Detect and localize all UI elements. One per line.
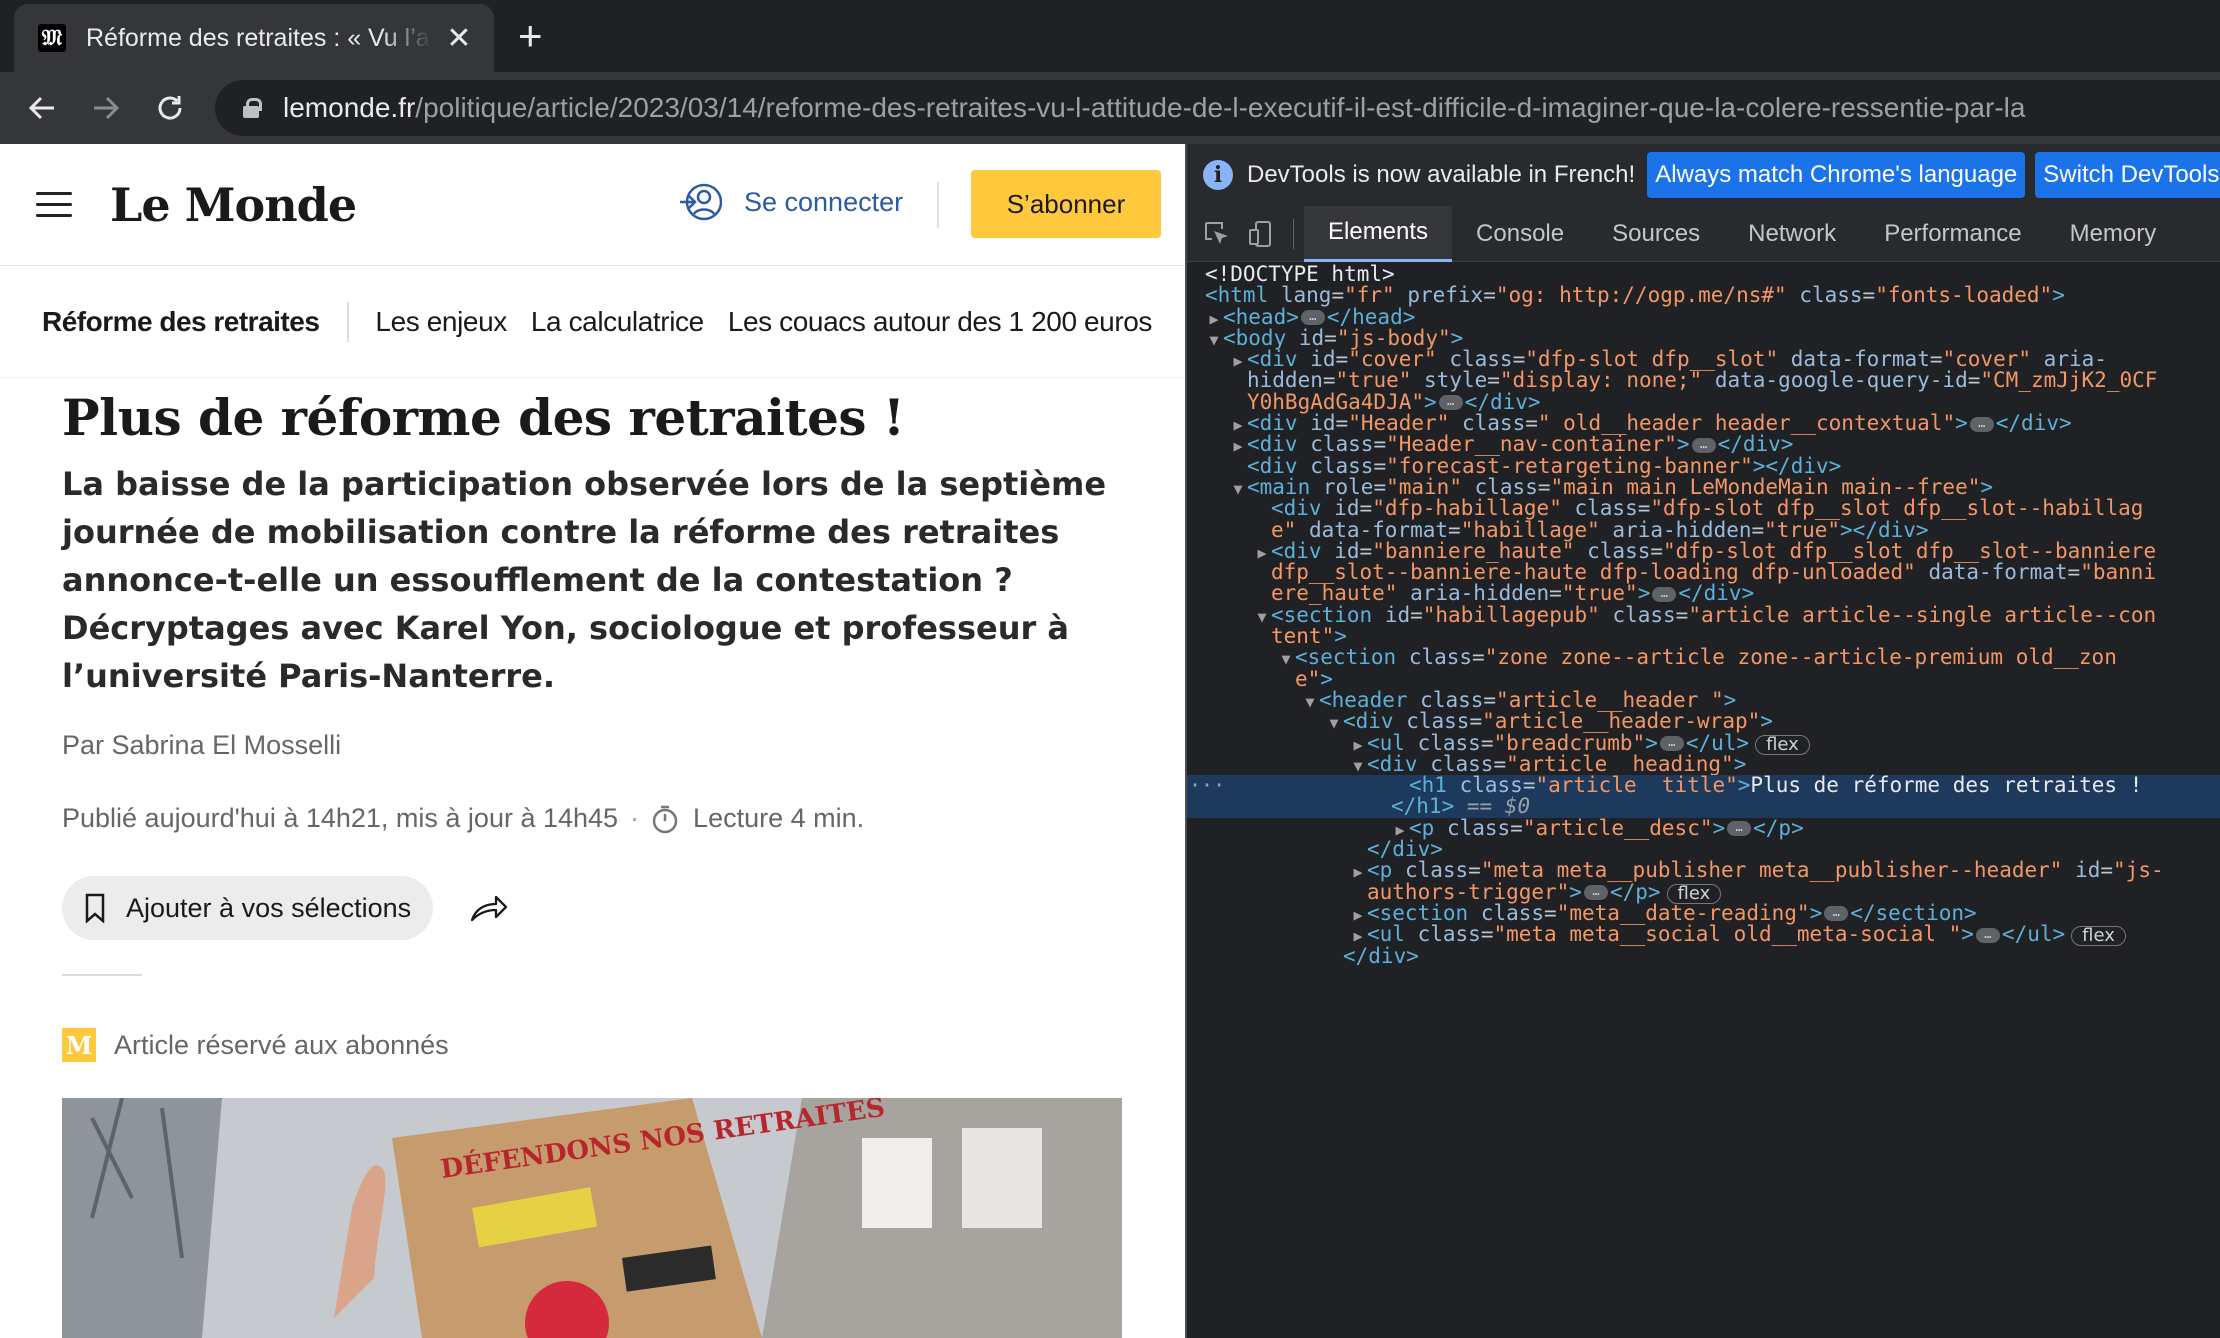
dom-node-breadcrumb[interactable]: ▶ <ul class="breadcrumb">… </ul> flex	[1187, 732, 2220, 755]
tab-console[interactable]: Console	[1452, 206, 1588, 262]
match-language-button[interactable]: Always match Chrome's language	[1647, 152, 2026, 198]
user-login-icon	[680, 183, 722, 221]
dom-node-cover[interactable]: ▶ <div id="cover" class="dfp-slot dfp__sl…	[1187, 348, 2220, 370]
protest-photo: DÉFENDONS NOS RETRAITES	[62, 1098, 1122, 1338]
dom-node-date-reading[interactable]: ▶ <section class="meta__date-reading">… </…	[1187, 902, 2220, 924]
bookmark-icon	[85, 893, 105, 923]
dom-node-habillage[interactable]: <div id="dfp-habillage" class="dfp-slot …	[1187, 497, 2220, 519]
lock-icon	[243, 98, 262, 118]
tab-performance[interactable]: Performance	[1860, 206, 2045, 262]
devtools-tab-divider	[1293, 218, 1294, 249]
node-actions-icon[interactable]: ···	[1189, 774, 1225, 796]
device-toolbar-icon[interactable]	[1239, 206, 1283, 262]
subnav-divider	[347, 301, 350, 342]
url-path: /politique/article/2023/03/14/reforme-de…	[415, 92, 2026, 123]
tab-memory[interactable]: Memory	[2046, 206, 2181, 262]
article-author[interactable]: Par Sabrina El Mosselli	[62, 730, 1142, 761]
address-bar[interactable]: lemonde.fr/politique/article/2023/03/14/…	[215, 80, 2220, 136]
dom-node-article-desc[interactable]: ▶ <p class="article__desc">… </p>	[1187, 817, 2220, 839]
devtools-panel: i DevTools is now available in French! A…	[1185, 144, 2220, 1338]
browser-tab-active[interactable]: 𝔐 Réforme des retraites : « Vu l’attitud…	[14, 4, 494, 72]
premium-notice: M Article réservé aux abonnés	[62, 1028, 1142, 1062]
dom-title-text: Plus de réforme des retraites !	[1750, 773, 2143, 798]
browser-tab-strip: 𝔐 Réforme des retraites : « Vu l’attitud…	[0, 0, 2220, 72]
flex-badge[interactable]: flex	[2071, 926, 2126, 947]
dom-node-heading[interactable]: ▼ <div class="article__heading">	[1187, 753, 2220, 775]
subnav-item-reforme[interactable]: Réforme des retraites	[42, 306, 320, 338]
dom-node-nav-container[interactable]: ▶ <div class="Header__nav-container">… </d…	[1187, 434, 2220, 456]
dom-node-zone[interactable]: ▼ <section class="zone zone--article zone…	[1187, 647, 2220, 669]
article-description: La baisse de la participation observée l…	[62, 465, 1107, 695]
dom-node-head[interactable]: ▶ <head>… </head>	[1187, 306, 2220, 328]
dom-node-social[interactable]: ▶ <ul class="meta meta__social old__meta-…	[1187, 923, 2220, 947]
add-to-selections-button[interactable]: Ajouter à vos sélections	[62, 876, 434, 940]
tab-title: Réforme des retraites : « Vu l’attitude …	[86, 23, 432, 52]
dom-node-banniere[interactable]: ▶ <div id="banniere_haute" class="dfp-slo…	[1187, 540, 2220, 562]
new-tab-button[interactable]: +	[518, 14, 543, 58]
reload-button[interactable]	[148, 86, 192, 130]
url-host: lemonde.fr	[283, 92, 416, 123]
web-page: Le Monde Se connecter S’abonner Réforme …	[0, 144, 1185, 1338]
dom-node-body[interactable]: ▼ <body id="js-body">	[1187, 327, 2220, 349]
devtools-tabbar: Elements Console Sources Network Perform…	[1187, 205, 2220, 262]
article-actions: Ajouter à vos sélections	[62, 876, 1142, 940]
add-to-selections-label: Ajouter à vos sélections	[126, 892, 412, 923]
dom-node-main[interactable]: ▼ <main role="main" class="main main LeMo…	[1187, 476, 2220, 498]
article-header: Plus de réforme des retraites ! La baiss…	[62, 388, 1142, 1062]
article-title: Plus de réforme des retraites !	[62, 388, 905, 447]
article-hero-image: DÉFENDONS NOS RETRAITES	[62, 1098, 1122, 1338]
dom-node-header[interactable]: ▶ <div id="Header" class=" old__header he…	[1187, 412, 2220, 434]
tab-sources[interactable]: Sources	[1588, 206, 1724, 262]
dom-node-meta-publisher[interactable]: ▶ <p class="meta meta__publisher meta__pu…	[1187, 860, 2220, 882]
infobar-text: DevTools is now available in French!	[1247, 161, 1636, 188]
le-monde-favicon-icon: 𝔐	[38, 24, 66, 52]
switch-language-button[interactable]: Switch DevTools to French	[2035, 152, 2220, 198]
browser-toolbar: lemonde.fr/politique/article/2023/03/14/…	[0, 72, 2220, 144]
forward-button[interactable]	[84, 86, 128, 130]
back-arrow-icon	[28, 96, 54, 120]
site-header: Le Monde Se connecter S’abonner	[0, 144, 1185, 266]
meta-separator: ·	[630, 803, 640, 833]
tab-elements[interactable]: Elements	[1304, 205, 1453, 262]
subnav-item-couacs[interactable]: Les couacs autour des 1 200 euros	[728, 306, 1153, 338]
reload-icon	[158, 96, 182, 120]
dom-node-article-header[interactable]: ▼ <header class="article__header ">	[1187, 689, 2220, 711]
dom-node-habillagepub[interactable]: ▼ <section id="habillagepub" class="artic…	[1187, 604, 2220, 626]
article-meta: Publié aujourd'hui à 14h21, mis à jour à…	[62, 803, 1142, 834]
article-divider	[62, 974, 142, 976]
flex-badge[interactable]: flex	[1755, 734, 1810, 755]
dom-node-article-title-selected[interactable]: ··· <h1 class="article__title">Plus de ré…	[1187, 773, 2220, 798]
dom-node-header-wrap[interactable]: ▼ <div class="article__header-wrap">	[1187, 710, 2220, 732]
header-divider	[937, 182, 939, 228]
dom-node-doctype[interactable]: <!DOCTYPE html>	[1187, 263, 2220, 285]
section-subnav: Réforme des retraites Les enjeux La calc…	[0, 266, 1185, 378]
dom-tree[interactable]: <!DOCTYPE html> <html lang="fr" prefix="…	[1187, 263, 2220, 967]
back-button[interactable]	[20, 86, 64, 130]
menu-icon[interactable]	[36, 192, 72, 218]
subnav-item-calculatrice[interactable]: La calculatrice	[531, 306, 704, 338]
site-logo[interactable]: Le Monde	[110, 178, 357, 232]
login-label: Se connecter	[744, 186, 904, 217]
timer-icon	[652, 805, 678, 833]
premium-label: Article réservé aux abonnés	[114, 1029, 449, 1060]
subnav-item-enjeux[interactable]: Les enjeux	[375, 306, 507, 338]
published-date: Publié aujourd'hui à 14h21, mis à jour à…	[62, 803, 619, 833]
forward-arrow-icon	[94, 96, 120, 120]
login-link[interactable]: Se connecter	[678, 182, 903, 222]
info-icon: i	[1203, 160, 1233, 190]
tab-network[interactable]: Network	[1724, 206, 1860, 262]
share-icon[interactable]	[469, 892, 509, 924]
dom-node-html[interactable]: <html lang="fr" prefix="og: http://ogp.m…	[1187, 284, 2220, 306]
devtools-infobar: i DevTools is now available in French! A…	[1187, 144, 2220, 206]
premium-badge-icon: M	[62, 1028, 96, 1062]
subscribe-button[interactable]: S’abonner	[971, 170, 1161, 238]
inspect-element-icon[interactable]	[1195, 206, 1239, 262]
reading-time: Lecture 4 min.	[693, 803, 865, 833]
tab-close-icon[interactable]: ✕	[442, 21, 476, 56]
dom-node-forecast[interactable]: <div class="forecast-retargeting-banner"…	[1187, 455, 2220, 477]
